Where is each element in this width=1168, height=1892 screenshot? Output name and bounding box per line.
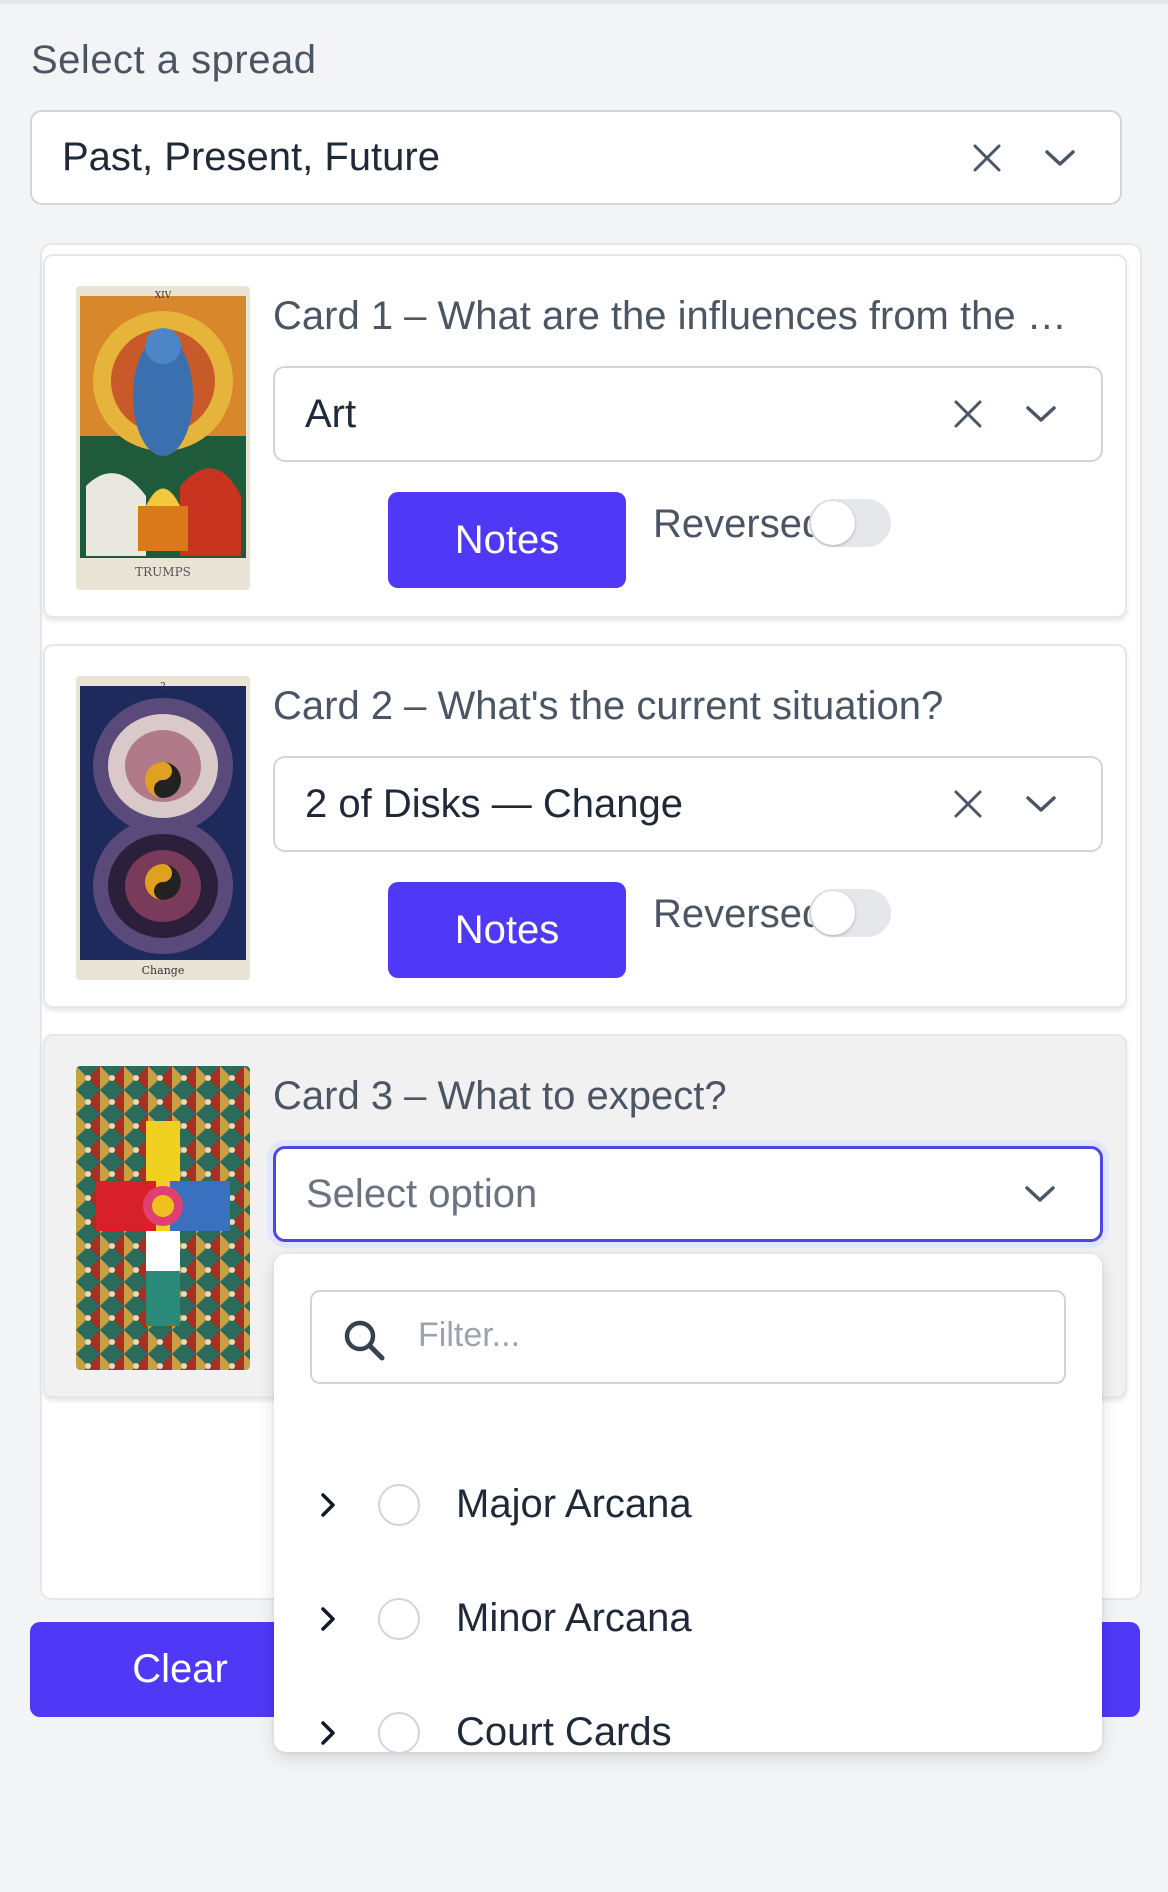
card-2-title: Card 2 – What's the current situation? bbox=[273, 684, 944, 728]
card-2-reversed-label: Reversed bbox=[653, 892, 813, 936]
card-2: 2 Change Card 2 – What's the current sit… bbox=[43, 644, 1127, 1008]
card-2-notes-button[interactable]: Notes bbox=[388, 882, 626, 978]
chevron-right-icon[interactable] bbox=[318, 1604, 338, 1634]
chevron-right-icon[interactable] bbox=[318, 1718, 338, 1748]
spread-label: Select a spread bbox=[31, 38, 317, 82]
card-3-select[interactable]: Select option bbox=[273, 1146, 1103, 1242]
top-border bbox=[0, 0, 1168, 4]
card-3-select-placeholder: Select option bbox=[306, 1171, 538, 1216]
option-label: Major Arcana bbox=[456, 1482, 692, 1526]
chevron-down-icon[interactable] bbox=[1024, 1184, 1056, 1204]
clear-icon[interactable] bbox=[972, 143, 1002, 173]
radio-button[interactable] bbox=[378, 1712, 420, 1754]
card-image-2-of-disks: 2 Change bbox=[76, 676, 250, 980]
card-2-select[interactable]: 2 of Disks — Change bbox=[273, 756, 1103, 852]
toggle-knob bbox=[811, 501, 855, 545]
card-1-notes-button[interactable]: Notes bbox=[388, 492, 626, 588]
spread-select[interactable]: Past, Present, Future bbox=[30, 110, 1122, 205]
spread-select-value: Past, Present, Future bbox=[62, 135, 440, 179]
card-1: XIV TRUMPS Card 1 – What are the influen… bbox=[43, 254, 1127, 618]
card-1-reversed-label: Reversed bbox=[653, 502, 813, 546]
clear-icon[interactable] bbox=[953, 789, 983, 819]
radio-button[interactable] bbox=[378, 1484, 420, 1526]
filter-input[interactable]: Filter... bbox=[310, 1290, 1066, 1384]
chevron-down-icon[interactable] bbox=[1025, 794, 1057, 814]
card-numeral: 2 bbox=[160, 682, 166, 692]
card-2-reversed-toggle[interactable] bbox=[809, 889, 891, 937]
card-1-select[interactable]: Art bbox=[273, 366, 1103, 462]
option-court-cards[interactable]: Court Cards bbox=[274, 1694, 1102, 1774]
card-3-title: Card 3 – What to expect? bbox=[273, 1074, 727, 1118]
toggle-knob bbox=[811, 891, 855, 935]
card-1-title: Card 1 – What are the influences from th… bbox=[273, 294, 1067, 338]
card-back-image bbox=[76, 1066, 250, 1370]
card-caption: Change bbox=[142, 964, 185, 977]
card-1-reversed-toggle[interactable] bbox=[809, 499, 891, 547]
radio-button[interactable] bbox=[378, 1598, 420, 1640]
option-minor-arcana[interactable]: Minor Arcana bbox=[274, 1580, 1102, 1660]
filter-placeholder: Filter... bbox=[418, 1316, 521, 1354]
card-caption: TRUMPS bbox=[135, 565, 191, 579]
option-dropdown: Filter... Major Arcana Minor Arcana Cour… bbox=[274, 1254, 1102, 1754]
option-label: Court Cards bbox=[456, 1710, 672, 1754]
option-major-arcana[interactable]: Major Arcana bbox=[274, 1466, 1102, 1546]
chevron-down-icon[interactable] bbox=[1044, 148, 1076, 168]
option-label: Minor Arcana bbox=[456, 1596, 692, 1640]
chevron-right-icon[interactable] bbox=[318, 1490, 338, 1520]
card-image-art: XIV TRUMPS bbox=[76, 286, 250, 590]
clear-icon[interactable] bbox=[953, 399, 983, 429]
card-numeral: XIV bbox=[155, 291, 172, 301]
search-icon bbox=[344, 1320, 385, 1361]
chevron-down-icon[interactable] bbox=[1025, 404, 1057, 424]
